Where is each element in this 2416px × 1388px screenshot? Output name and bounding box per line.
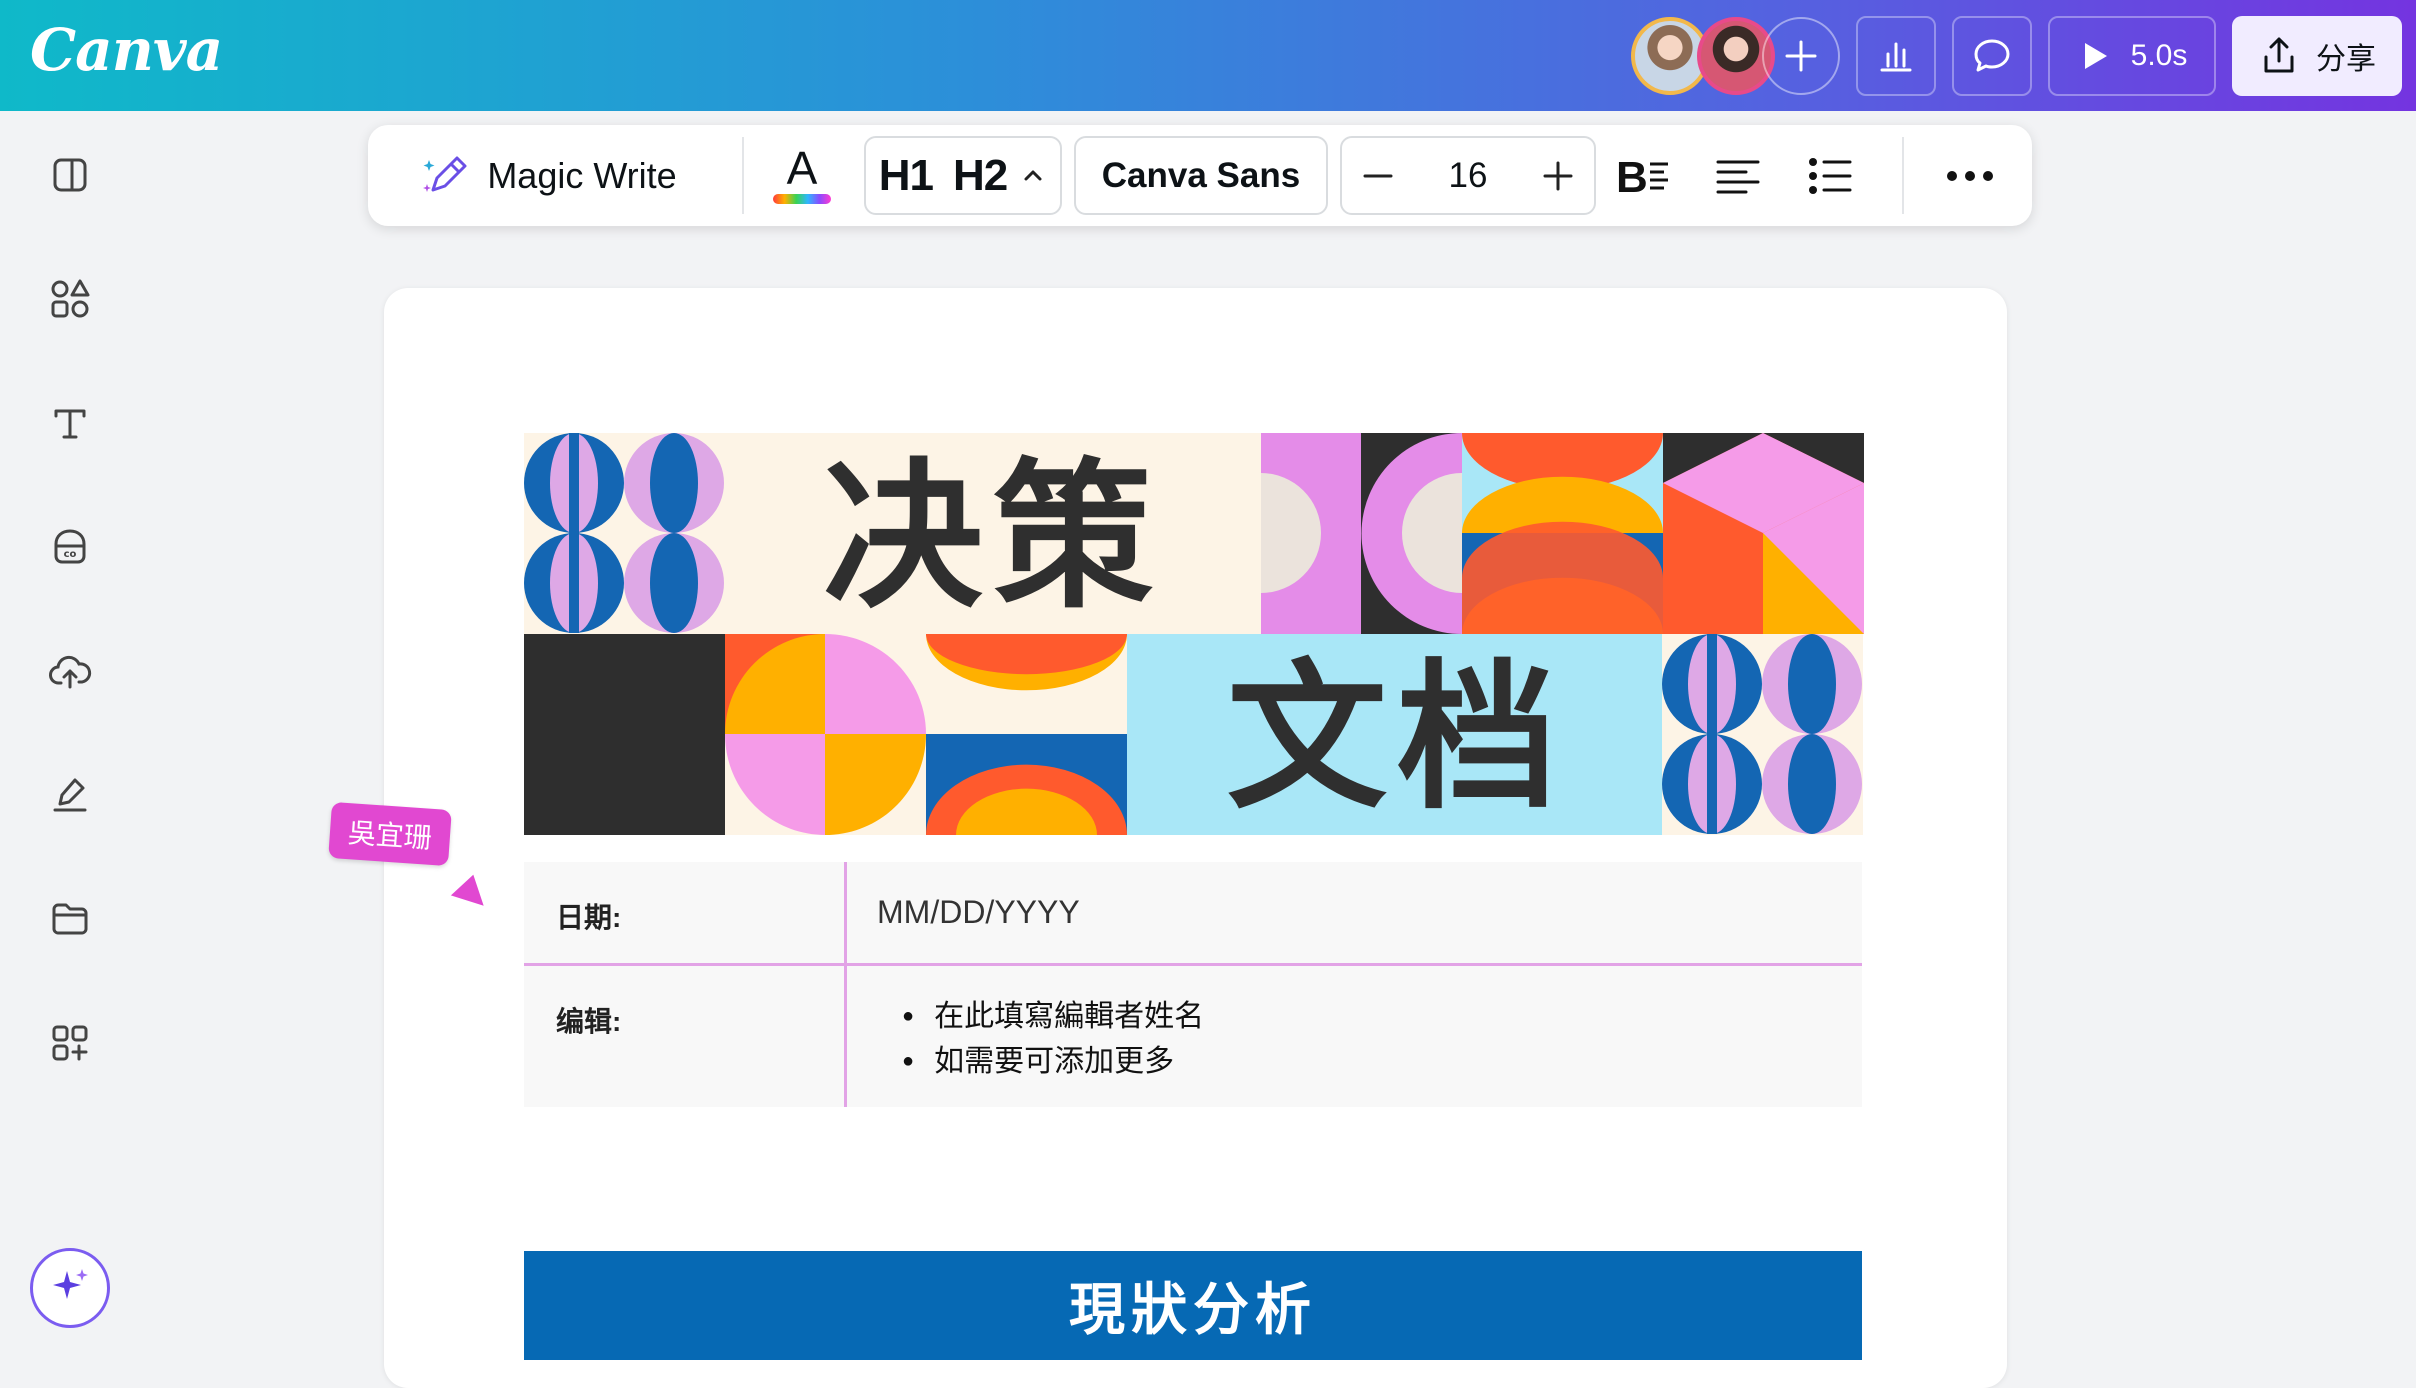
bar-chart-icon xyxy=(1880,42,1912,72)
comments-button[interactable] xyxy=(1952,16,2032,96)
align-left-icon xyxy=(1716,160,1760,193)
pattern-tile xyxy=(1663,433,1864,634)
text-color-button[interactable]: A xyxy=(766,136,838,215)
elements-icon xyxy=(51,279,90,318)
svg-text:co: co xyxy=(64,549,77,560)
font-family-label: Canva Sans xyxy=(1101,155,1301,195)
title-char: 策 xyxy=(993,443,1154,630)
toolbar-divider xyxy=(742,137,744,214)
text-formatting-toolbar: Magic Write A H1 H2 Canva Sans 16 B xyxy=(368,125,2032,226)
list-item[interactable]: 如需要可添加更多 xyxy=(902,1041,1204,1086)
table-divider xyxy=(844,862,847,1107)
pattern-tile xyxy=(725,634,926,835)
sidebar-item-elements[interactable] xyxy=(46,275,94,323)
draw-icon xyxy=(53,778,87,812)
collaborator-cursor-icon xyxy=(446,870,488,910)
font-size-stepper: 16 xyxy=(1340,136,1596,215)
sidebar-item-text[interactable] xyxy=(46,399,94,447)
canva-logo[interactable]: Canva xyxy=(30,16,223,84)
list-item[interactable]: 在此填寫編輯者姓名 xyxy=(902,996,1204,1041)
text-color-letter: A xyxy=(786,141,818,194)
collaborator-cursor-label: 吳宜珊 xyxy=(328,801,452,867)
layout-icon xyxy=(53,158,87,192)
folder-icon xyxy=(52,903,88,935)
plus-icon[interactable] xyxy=(1540,158,1576,194)
date-label: 日期: xyxy=(556,902,622,933)
left-sidebar: co xyxy=(0,111,140,1360)
sidebar-item-uploads[interactable] xyxy=(46,647,94,695)
brand-icon: co xyxy=(54,529,86,564)
title-char: 档 xyxy=(1397,644,1558,831)
sidebar-item-apps[interactable] xyxy=(46,1019,94,1067)
more-options-button[interactable] xyxy=(1934,136,2006,215)
bullet-list-icon xyxy=(1809,157,1852,194)
title-char: 文 xyxy=(1227,644,1388,831)
chevron-up-icon[interactable] xyxy=(1019,162,1047,190)
bold-icon: B xyxy=(1616,153,1668,200)
section-heading[interactable]: 現狀分析 xyxy=(524,1251,1862,1360)
info-table[interactable]: 日期: MM/DD/YYYY 编辑: 在此填寫編輯者姓名 如需要可添加更多 xyxy=(524,862,1862,1107)
sidebar-item-brand[interactable]: co xyxy=(46,523,94,571)
cloud-upload-icon xyxy=(49,655,92,689)
editor-label: 编辑: xyxy=(556,1006,622,1037)
magic-assistant-button[interactable] xyxy=(30,1248,110,1328)
title-char: 决 xyxy=(823,443,984,630)
magic-pen-icon xyxy=(423,156,467,192)
top-bar: Canva 5.0s 分享 xyxy=(0,0,2416,111)
apps-icon xyxy=(52,1025,88,1061)
heading-2-button[interactable]: H2 xyxy=(953,151,1008,201)
pattern-tile xyxy=(1261,433,1462,634)
title-cell-top: 决 策 xyxy=(725,433,1261,634)
pattern-tile xyxy=(524,433,725,634)
share-label: 分享 xyxy=(2316,43,2376,76)
table-divider xyxy=(524,963,1862,966)
list-button[interactable] xyxy=(1798,136,1862,215)
sidebar-item-projects[interactable] xyxy=(46,895,94,943)
sidebar-item-layout[interactable] xyxy=(46,151,94,199)
plus-icon xyxy=(1785,40,1817,72)
font-size-value[interactable]: 16 xyxy=(1449,156,1488,196)
svg-text:B: B xyxy=(1616,153,1648,200)
pattern-tile xyxy=(1662,634,1863,835)
more-horizontal-icon xyxy=(1947,170,1993,181)
insights-button[interactable] xyxy=(1856,16,1936,96)
present-button[interactable]: 5.0s xyxy=(2048,16,2216,96)
heading-1-button[interactable]: H1 xyxy=(879,151,934,201)
magic-write-button[interactable]: Magic Write xyxy=(408,136,688,215)
share-upload-icon xyxy=(2264,37,2294,73)
magic-write-label: Magic Write xyxy=(487,154,677,196)
text-icon xyxy=(54,409,86,439)
align-left-button[interactable] xyxy=(1706,136,1770,215)
sparkle-icon xyxy=(53,1269,88,1299)
share-button[interactable]: 分享 xyxy=(2232,16,2402,96)
invite-button[interactable] xyxy=(1762,17,1840,95)
date-value[interactable]: MM/DD/YYYY xyxy=(877,894,1080,931)
editor-list[interactable]: 在此填寫編輯者姓名 如需要可添加更多 xyxy=(902,996,1204,1086)
font-family-dropdown[interactable]: Canva Sans xyxy=(1074,136,1328,215)
title-cell-bottom: 文 档 xyxy=(1127,634,1662,835)
heading-style-group: H1 H2 xyxy=(864,136,1062,215)
sidebar-item-draw[interactable] xyxy=(46,771,94,819)
pattern-tile xyxy=(1462,433,1663,634)
pattern-tile xyxy=(926,634,1127,835)
bold-button[interactable]: B xyxy=(1612,136,1676,215)
pattern-tile xyxy=(524,634,725,835)
toolbar-divider xyxy=(1902,137,1904,214)
title-banner[interactable]: 决 策 文 档 xyxy=(524,433,1864,835)
minus-icon[interactable] xyxy=(1360,158,1396,194)
play-duration: 5.0s xyxy=(2130,39,2188,72)
color-rainbow-bar xyxy=(773,193,831,204)
comment-icon xyxy=(1974,39,2010,72)
play-icon xyxy=(2084,43,2107,69)
